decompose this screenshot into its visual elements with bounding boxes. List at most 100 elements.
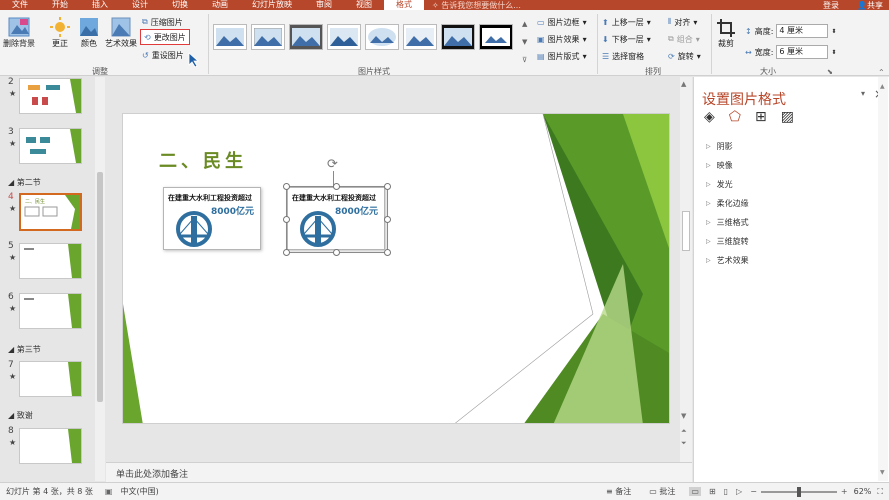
- reset-picture-button[interactable]: ↺ 重设图片: [142, 47, 184, 63]
- send-backward-button[interactable]: ⬇ 下移一层 ▾: [602, 31, 651, 47]
- picture-card-1[interactable]: 在建重大水利工程投资超过 8000亿元: [163, 187, 261, 250]
- rotate-handle-icon[interactable]: ⟳: [327, 157, 338, 172]
- tell-me-search[interactable]: ✧ 告诉我您想要做什么...: [432, 0, 521, 11]
- pane-item-3d-rotation[interactable]: ▷ 三维旋转: [694, 232, 889, 251]
- slide-thumbnail-8[interactable]: [19, 428, 82, 464]
- picture-style-5[interactable]: [365, 24, 399, 50]
- notes-pane[interactable]: 单击此处添加备注: [106, 462, 692, 482]
- resize-handle[interactable]: [333, 249, 340, 256]
- slide-thumbnail-2[interactable]: [19, 78, 82, 114]
- reading-view-icon[interactable]: ▯: [724, 487, 728, 496]
- slideshow-icon[interactable]: ▷: [736, 487, 742, 496]
- picture-style-6[interactable]: [403, 24, 437, 50]
- tab-view[interactable]: 视图: [344, 0, 384, 10]
- gallery-scroll[interactable]: ▲ ▼ ⊽: [522, 20, 530, 64]
- picture-style-4[interactable]: [327, 24, 361, 50]
- color-button[interactable]: 颜色: [78, 16, 100, 49]
- section-header[interactable]: ◢ 致谢: [8, 410, 33, 421]
- tab-format[interactable]: 格式: [384, 0, 424, 10]
- resize-handle[interactable]: [333, 183, 340, 190]
- tab-file[interactable]: 文件: [0, 0, 40, 10]
- picture-effects-button[interactable]: ▣ 图片效果 ▾: [537, 31, 587, 47]
- tab-insert[interactable]: 插入: [80, 0, 120, 10]
- spinner-icon[interactable]: ⬍: [831, 49, 836, 56]
- scroll-thumb[interactable]: [97, 172, 103, 402]
- tab-slideshow[interactable]: 幻灯片放映: [240, 0, 304, 10]
- resize-handle[interactable]: [283, 216, 290, 223]
- crop-button[interactable]: 裁剪: [716, 18, 736, 49]
- size-dialog-launcher-icon[interactable]: ⬊: [827, 68, 833, 76]
- slide-thumbnail-3[interactable]: [19, 128, 82, 164]
- group-objects-button[interactable]: ⧉ 组合 ▾: [668, 31, 700, 47]
- scroll-thumb[interactable]: [682, 211, 690, 251]
- resize-handle[interactable]: [384, 216, 391, 223]
- pane-item-reflection[interactable]: ▷ 映像: [694, 156, 889, 175]
- picture-icon[interactable]: ▨: [781, 109, 794, 125]
- slide-thumbnail-4-selected[interactable]: 二、民生: [19, 193, 82, 231]
- correct-button[interactable]: 更正: [49, 16, 71, 49]
- width-input[interactable]: 6 厘米: [776, 45, 829, 59]
- section-header[interactable]: ◢ 第三节: [8, 344, 41, 355]
- pane-item-shadow[interactable]: ▷ 阴影: [694, 137, 889, 156]
- picture-border-button[interactable]: ▭ 图片边框 ▾: [537, 14, 587, 30]
- slide-sorter-icon[interactable]: ⊞: [709, 487, 716, 496]
- fill-line-icon[interactable]: ◈: [704, 109, 715, 125]
- zoom-out-icon[interactable]: −: [750, 487, 757, 496]
- section-header[interactable]: ◢ 第二节: [8, 177, 41, 188]
- language-status[interactable]: 中文(中国): [120, 486, 158, 497]
- change-picture-button[interactable]: ⟲ 更改图片: [140, 29, 190, 45]
- notes-toggle[interactable]: ≡ 备注: [606, 486, 631, 497]
- editor-scrollbar[interactable]: ▲ ▼ ⏶ ⏷: [680, 77, 692, 462]
- zoom-level[interactable]: 62%: [854, 487, 872, 496]
- remove-background-button[interactable]: 删除背景: [3, 16, 35, 49]
- bring-forward-button[interactable]: ⬆ 上移一层 ▾: [602, 14, 651, 30]
- next-slide-icon[interactable]: ⏷: [681, 439, 687, 448]
- rotate-button[interactable]: ⟳ 旋转 ▾: [668, 48, 701, 64]
- selection-pane-button[interactable]: ☰ 选择窗格: [602, 48, 644, 64]
- picture-style-1[interactable]: [213, 24, 247, 50]
- picture-style-2[interactable]: [251, 24, 285, 50]
- collapse-ribbon-icon[interactable]: ⌃: [878, 68, 885, 77]
- pane-item-glow[interactable]: ▷ 发光: [694, 175, 889, 194]
- tab-design[interactable]: 设计: [120, 0, 160, 10]
- picture-layout-button[interactable]: ▤ 图片版式 ▾: [537, 48, 587, 64]
- pane-item-soft-edges[interactable]: ▷ 柔化边缘: [694, 194, 889, 213]
- scroll-up-icon[interactable]: ▲: [681, 80, 686, 88]
- resize-handle[interactable]: [384, 249, 391, 256]
- previous-slide-icon[interactable]: ⏶: [681, 427, 687, 436]
- picture-style-7[interactable]: [441, 24, 475, 50]
- zoom-slider-thumb[interactable]: [796, 486, 801, 497]
- comments-toggle[interactable]: ▭ 批注: [649, 486, 675, 497]
- slide-title[interactable]: 二、民生: [159, 147, 247, 173]
- tab-transitions[interactable]: 切换: [160, 0, 200, 10]
- pane-item-artistic-effects[interactable]: ▷ 艺术效果: [694, 251, 889, 270]
- size-properties-icon[interactable]: ⊞: [755, 109, 767, 125]
- tab-home[interactable]: 开始: [40, 0, 80, 10]
- zoom-slider[interactable]: [760, 486, 837, 497]
- align-button[interactable]: ⫴ 对齐 ▾: [668, 14, 697, 30]
- effects-pentagon-icon[interactable]: ⬠: [729, 109, 741, 125]
- tab-animations[interactable]: 动画: [200, 0, 240, 10]
- height-input[interactable]: 4 厘米: [776, 24, 829, 38]
- resize-handle[interactable]: [283, 183, 290, 190]
- pane-item-3d-format[interactable]: ▷ 三维格式: [694, 213, 889, 232]
- thumbnails-scrollbar[interactable]: [95, 77, 105, 481]
- tab-review[interactable]: 审阅: [304, 0, 344, 10]
- slide-thumbnail-5[interactable]: [19, 243, 82, 279]
- pane-scrollbar[interactable]: ▲ ▼: [878, 77, 888, 481]
- normal-view-icon[interactable]: ▭: [689, 487, 701, 496]
- resize-handle[interactable]: [384, 183, 391, 190]
- fit-to-window-icon[interactable]: ⛶: [877, 487, 883, 497]
- resize-handle[interactable]: [283, 249, 290, 256]
- spinner-icon[interactable]: ⬍: [831, 28, 836, 35]
- zoom-in-icon[interactable]: +: [841, 487, 848, 496]
- picture-style-8[interactable]: [479, 24, 513, 50]
- scroll-down-icon[interactable]: ▼: [681, 412, 686, 420]
- pane-options-icon[interactable]: ▾: [861, 89, 865, 98]
- slide-thumbnail-7[interactable]: [19, 361, 82, 397]
- spell-check-icon[interactable]: ▣: [105, 487, 113, 496]
- picture-style-3[interactable]: [289, 24, 323, 50]
- compress-pictures-button[interactable]: ⧉ 压缩图片: [142, 14, 183, 30]
- slide-thumbnail-6[interactable]: [19, 293, 82, 329]
- artistic-effects-button[interactable]: 艺术效果: [105, 16, 137, 49]
